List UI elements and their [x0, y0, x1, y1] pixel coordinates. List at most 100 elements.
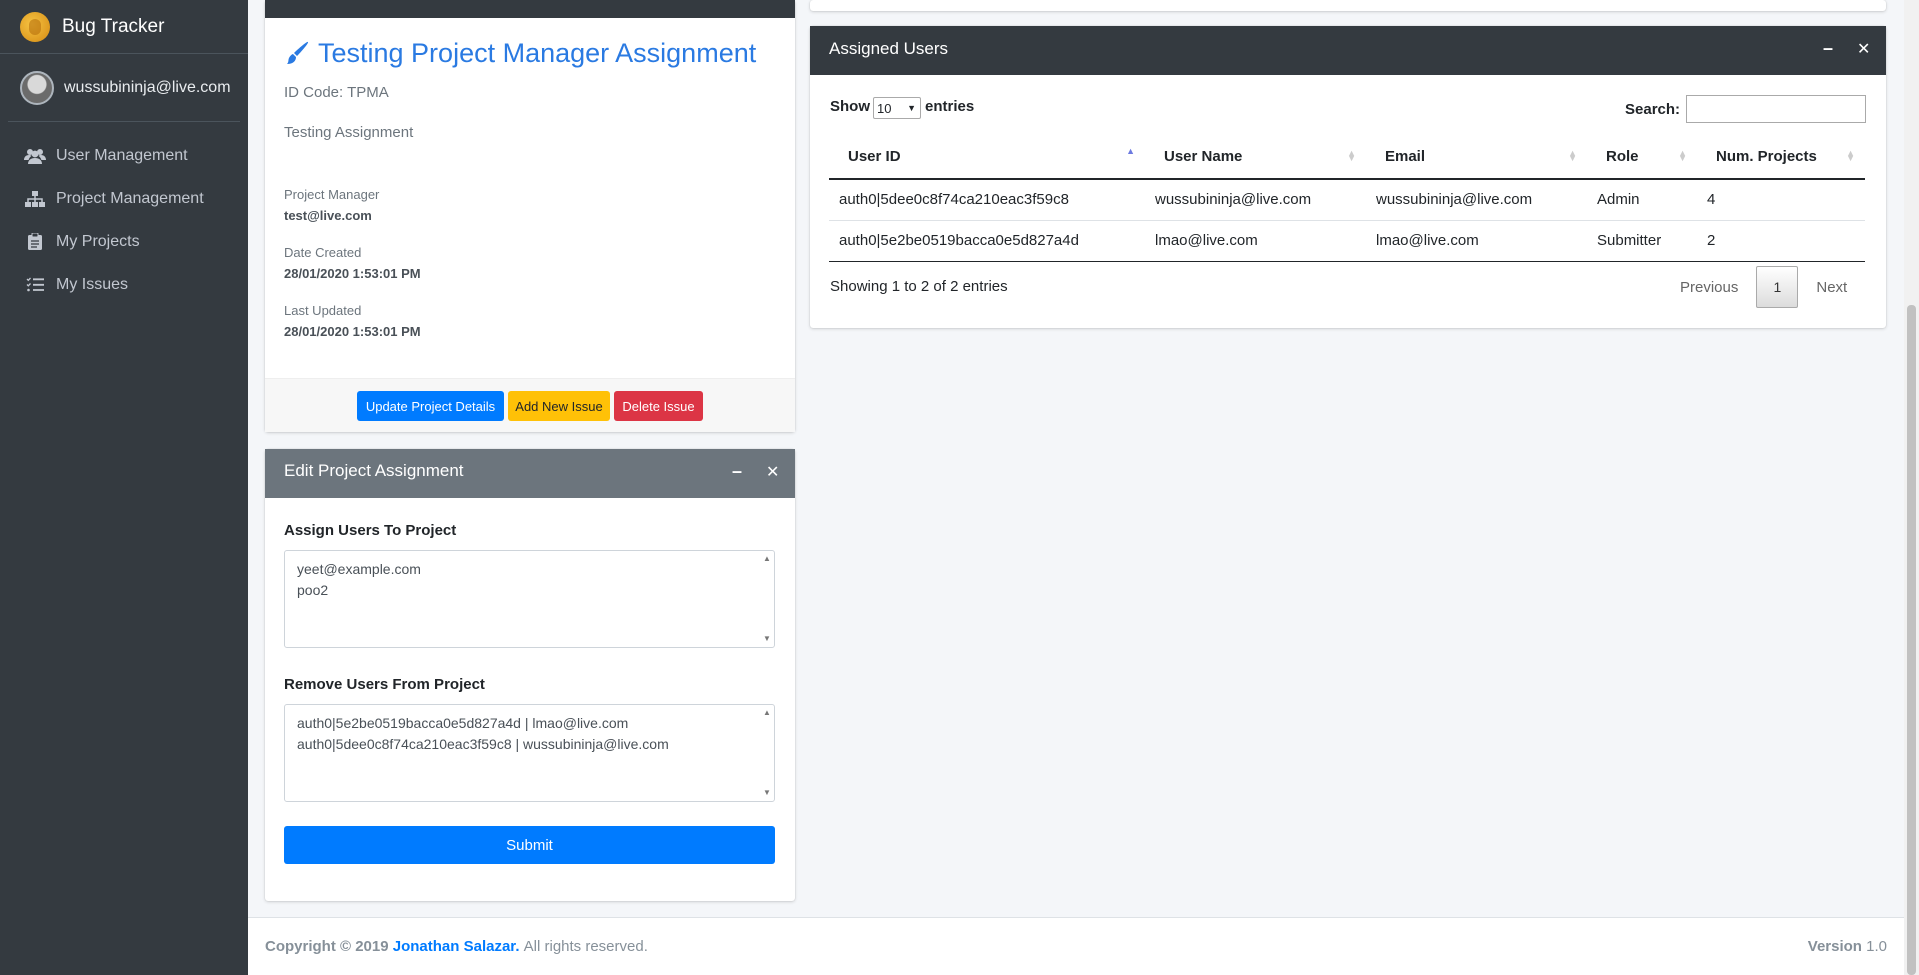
assigned-users-table: User ID ▲ User Name ▲ ▼ Email ▲ ▼ Role ▲ ▼ Num.… [829, 135, 1865, 262]
user-panel[interactable]: wussubininja@live.com [8, 54, 240, 122]
sort-icon: ▲ ▼ [1678, 148, 1687, 163]
footer-author-link[interactable]: Jonathan Salazar. [393, 938, 520, 955]
date-created-label: Date Created [284, 245, 362, 260]
pagination-previous[interactable]: Previous [1680, 279, 1738, 296]
project-title-text: Testing Project Manager Assignment [318, 38, 757, 68]
edit-assignment-title: Edit Project Assignment [284, 461, 464, 480]
app-title: Bug Tracker [62, 15, 165, 37]
cell-role: Submitter [1587, 220, 1697, 262]
cell-user-id: auth0|5dee0c8f74ca210eac3f59c8 [829, 179, 1145, 221]
update-project-button[interactable]: Update Project Details [357, 391, 504, 421]
assign-option[interactable]: poo2 [297, 580, 762, 601]
date-created-value: 28/01/2020 1:53:01 PM [284, 266, 421, 281]
column-header-num-projects[interactable]: Num. Projects ▲ ▼ [1697, 135, 1865, 180]
entries-label: entries [925, 98, 975, 115]
cell-user-id: auth0|5e2be0519bacca0e5d827a4d [829, 220, 1145, 262]
sort-asc-icon: ▲ [1126, 146, 1135, 156]
footer-version-value: 1.0 [1866, 938, 1887, 955]
footer-rights: All rights reserved. [523, 938, 648, 955]
sidebar-nav: User Management Project Management My Pr… [0, 134, 248, 306]
sitemap-icon [24, 190, 46, 207]
remove-users-label: Remove Users From Project [284, 676, 485, 693]
entries-value: 10 [877, 100, 892, 116]
column-header-user-name[interactable]: User Name ▲ ▼ [1145, 135, 1366, 180]
assigned-users-title: Assigned Users [829, 39, 949, 58]
paint-brush-icon [287, 41, 309, 64]
footer-version-label: Version [1807, 938, 1862, 955]
project-title: Testing Project Manager Assignment [284, 38, 756, 69]
sidebar-item-label: My Issues [56, 275, 129, 293]
user-email: wussubininja@live.com [64, 78, 231, 96]
table-info: Showing 1 to 2 of 2 entries [830, 278, 1008, 295]
last-updated-label: Last Updated [284, 303, 362, 318]
search-label: Search: [1625, 101, 1681, 118]
pagination-next[interactable]: Next [1816, 279, 1847, 296]
project-manager-label: Project Manager [284, 187, 380, 202]
pagination-page-1[interactable]: 1 [1756, 266, 1799, 308]
sort-icon: ▲ ▼ [1846, 148, 1855, 163]
show-label: Show [830, 98, 870, 115]
cell-num-projects: 2 [1697, 220, 1865, 262]
pagination: Previous 1 Next [1680, 266, 1847, 308]
clipboard-icon [24, 233, 46, 250]
entries-select[interactable]: 10 ▼ [873, 97, 921, 119]
project-manager-value: test@live.com [284, 208, 372, 223]
table-row: auth0|5dee0c8f74ca210eac3f59c8 wussubini… [829, 179, 1865, 221]
cell-user-name: lmao@live.com [1145, 220, 1366, 262]
footer-version: Version 1.0 [1808, 938, 1887, 955]
delete-issue-button[interactable]: Delete Issue [614, 391, 703, 421]
close-icon[interactable]: ✕ [766, 462, 779, 482]
select-scroll-arrows[interactable]: ▲ ▼ [763, 709, 771, 797]
project-details-card-header [265, 0, 795, 18]
minimize-icon[interactable]: – [1823, 38, 1833, 59]
sort-icon: ▲ ▼ [1347, 148, 1356, 163]
sidebar-item-label: My Projects [56, 232, 140, 250]
last-updated-value: 28/01/2020 1:53:01 PM [284, 324, 421, 339]
sidebar-item-label: Project Management [56, 189, 204, 207]
cell-num-projects: 4 [1697, 179, 1865, 221]
sidebar-item-user-management[interactable]: User Management [0, 134, 248, 177]
sidebar-item-my-projects[interactable]: My Projects [0, 220, 248, 263]
column-header-role[interactable]: Role ▲ ▼ [1587, 135, 1697, 180]
sidebar-item-label: User Management [56, 146, 188, 164]
submit-button[interactable]: Submit [284, 826, 775, 864]
cell-email: wussubininja@live.com [1366, 179, 1587, 221]
assign-option[interactable]: yeet@example.com [297, 559, 762, 580]
project-id-code: ID Code: TPMA [284, 84, 389, 101]
footer-copyright: Copyright © 2019 [265, 938, 389, 955]
column-header-email[interactable]: Email ▲ ▼ [1366, 135, 1587, 180]
close-icon[interactable]: ✕ [1857, 39, 1870, 59]
assign-users-label: Assign Users To Project [284, 522, 457, 539]
remove-option[interactable]: auth0|5dee0c8f74ca210eac3f59c8 | wussubi… [297, 734, 762, 755]
avatar [20, 70, 54, 105]
page-scrollbar[interactable] [1904, 0, 1919, 975]
brand-link[interactable]: Bug Tracker [0, 0, 248, 54]
list-icon [24, 277, 46, 293]
add-new-issue-button[interactable]: Add New Issue [508, 391, 610, 421]
footer: Copyright © 2019 Jonathan Salazar. All r… [248, 917, 1904, 975]
sort-icon: ▲ ▼ [1568, 148, 1577, 163]
cell-user-name: wussubininja@live.com [1145, 179, 1366, 221]
remove-users-select[interactable]: auth0|5e2be0519bacca0e5d827a4d | lmao@li… [284, 704, 775, 802]
table-row: auth0|5e2be0519bacca0e5d827a4d lmao@live… [829, 220, 1865, 262]
top-right-card [810, 0, 1886, 11]
column-header-user-id[interactable]: User ID ▲ [829, 135, 1145, 180]
remove-option[interactable]: auth0|5e2be0519bacca0e5d827a4d | lmao@li… [297, 713, 762, 734]
page-scrollbar-thumb[interactable] [1907, 305, 1916, 975]
sidebar: Bug Tracker wussubininja@live.com User M… [0, 0, 248, 975]
table-header-row: User ID ▲ User Name ▲ ▼ Email ▲ ▼ Role ▲ ▼ Num.… [829, 135, 1865, 180]
cell-email: lmao@live.com [1366, 220, 1587, 262]
assign-users-select[interactable]: yeet@example.com poo2 ▲ ▼ [284, 550, 775, 648]
sidebar-item-my-issues[interactable]: My Issues [0, 263, 248, 306]
users-icon [24, 148, 46, 164]
assigned-users-header: Assigned Users – ✕ [810, 26, 1886, 75]
edit-assignment-header: Edit Project Assignment – ✕ [265, 449, 795, 498]
bug-logo-icon [20, 11, 50, 42]
search-input[interactable] [1686, 95, 1866, 123]
sidebar-item-project-management[interactable]: Project Management [0, 177, 248, 220]
select-scroll-arrows[interactable]: ▲ ▼ [763, 555, 771, 643]
project-description: Testing Assignment [284, 124, 414, 141]
minimize-icon[interactable]: – [732, 461, 742, 482]
cell-role: Admin [1587, 179, 1697, 221]
caret-down-icon: ▼ [907, 103, 916, 113]
